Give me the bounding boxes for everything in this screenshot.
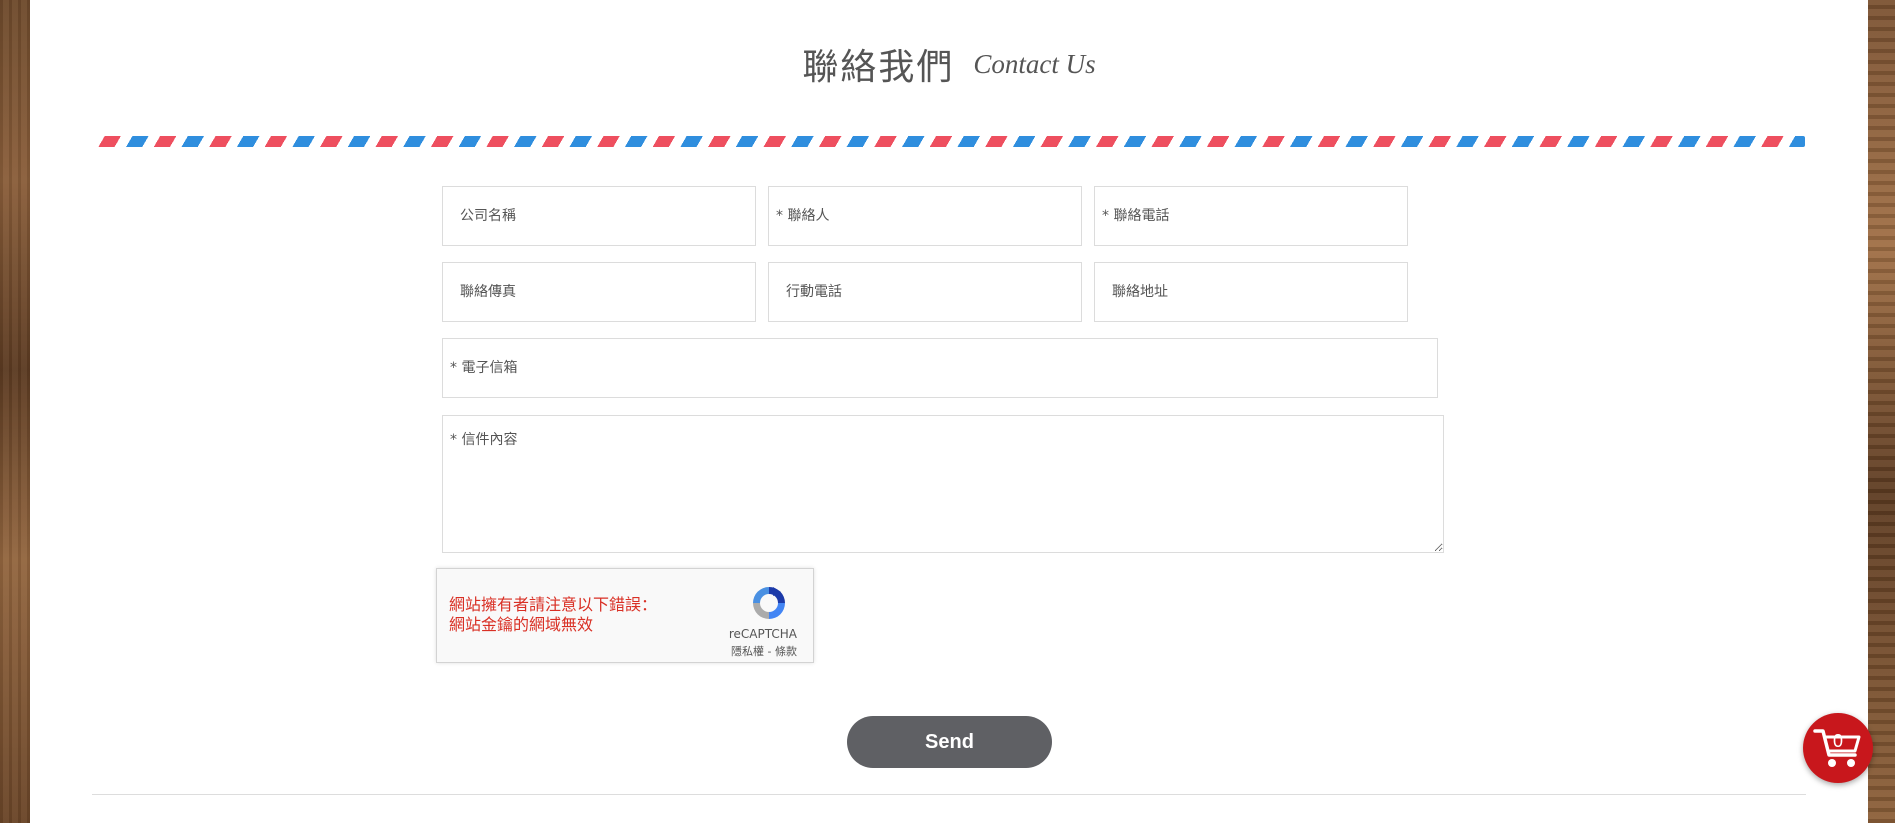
- page-title: 聯絡我們 Contact Us: [30, 38, 1868, 90]
- airmail-stripe-divider: [97, 136, 1805, 147]
- cart-count-badge: 0: [1832, 731, 1843, 751]
- address-input[interactable]: [1094, 262, 1408, 322]
- send-button[interactable]: Send: [847, 716, 1052, 768]
- content-panel: 聯絡我們 Contact Us 網站擁有者請注意以下錯誤： 網站金鑰的網域無效 …: [30, 0, 1868, 823]
- recaptcha-brand: reCAPTCHA: [728, 627, 797, 641]
- wood-background-right: [1868, 0, 1895, 823]
- fax-input[interactable]: [442, 262, 756, 322]
- recaptcha-error-message: 網站擁有者請注意以下錯誤： 網站金鑰的網域無效: [449, 595, 657, 635]
- contact-person-input[interactable]: [768, 186, 1082, 246]
- footer-divider: [92, 794, 1806, 795]
- recaptcha-links: 隱私權 - 條款: [731, 643, 797, 659]
- recaptcha-terms-link[interactable]: 條款: [775, 645, 797, 658]
- recaptcha-links-separator: -: [764, 645, 775, 658]
- company-name-input[interactable]: [442, 186, 756, 246]
- recaptcha-error-line-1: 網站擁有者請注意以下錯誤：: [449, 595, 658, 614]
- recaptcha-error-line-2: 網站金鑰的網域無效: [449, 615, 594, 634]
- page-title-chinese: 聯絡我們: [802, 47, 955, 88]
- contact-phone-input[interactable]: [1094, 186, 1408, 246]
- recaptcha-logo-icon: [753, 587, 785, 619]
- shopping-cart-button[interactable]: 0: [1803, 713, 1873, 783]
- recaptcha-privacy-link[interactable]: 隱私權: [731, 645, 764, 658]
- mobile-phone-input[interactable]: [768, 262, 1082, 322]
- message-textarea[interactable]: [442, 415, 1444, 553]
- page-title-english: Contact Us: [973, 48, 1096, 79]
- recaptcha-widget[interactable]: 網站擁有者請注意以下錯誤： 網站金鑰的網域無效 reCAPTCHA 隱私權 - …: [436, 568, 814, 663]
- email-input[interactable]: [442, 338, 1438, 398]
